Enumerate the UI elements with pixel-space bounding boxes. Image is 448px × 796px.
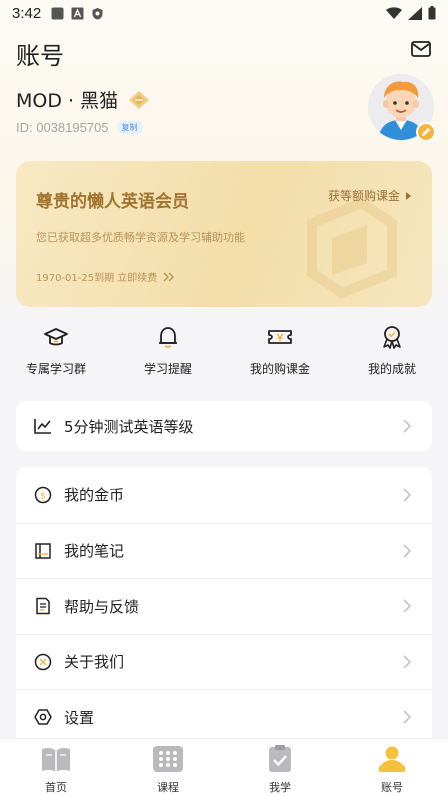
coin-icon: $ bbox=[34, 486, 52, 504]
graduation-cap-icon bbox=[44, 328, 68, 346]
tab-label: 账号 bbox=[381, 781, 403, 794]
menu-item-label: 关于我们 bbox=[64, 653, 125, 672]
menu-item-coins[interactable]: $ 我的金币 bbox=[16, 467, 432, 523]
user-id: ID: 0038195705 bbox=[16, 120, 109, 135]
tab-home[interactable]: 首页 bbox=[0, 739, 112, 796]
chevron-right-icon bbox=[403, 710, 412, 724]
quick-label: 我的购课金 bbox=[249, 362, 310, 376]
mail-icon[interactable] bbox=[410, 38, 432, 60]
battery-icon bbox=[428, 6, 436, 20]
card-watermark-logo bbox=[307, 197, 397, 299]
quick-label: 我的成就 bbox=[367, 362, 416, 376]
menu-item-label: 我的笔记 bbox=[64, 542, 125, 561]
bell-icon bbox=[159, 327, 177, 348]
level-test-row[interactable]: 5分钟测试英语等级 bbox=[16, 401, 432, 451]
menu-item-label: 帮助与反馈 bbox=[64, 597, 140, 616]
settings-menu-card: $ 我的金币 我的笔记 帮助与反馈 关于我们 设置 bbox=[16, 467, 432, 747]
notebook-icon bbox=[34, 542, 52, 560]
medal-icon bbox=[383, 326, 401, 349]
avatar[interactable] bbox=[368, 74, 436, 142]
chevron-right-icon bbox=[403, 488, 412, 502]
tab-account[interactable]: 账号 bbox=[336, 739, 448, 796]
chevron-right-icon bbox=[403, 419, 412, 433]
quick-label: 学习提醒 bbox=[143, 362, 192, 376]
status-time: 3:42 bbox=[12, 4, 42, 22]
about-icon bbox=[34, 653, 52, 671]
bottom-tab-bar: 首页 课程 我学 账号 bbox=[0, 738, 448, 796]
menu-item-about[interactable]: 关于我们 bbox=[16, 633, 432, 690]
vip-diamond-icon[interactable] bbox=[128, 90, 150, 110]
vip-renew-link[interactable]: 1970-01-25到期 立即续费 bbox=[36, 269, 175, 284]
chevron-right-icon bbox=[403, 655, 412, 669]
ticket-icon bbox=[268, 330, 292, 344]
vip-card-description: 您已获取超多优质畅学资源及学习辅助功能 bbox=[36, 231, 245, 244]
double-chevron-right-icon bbox=[163, 272, 175, 281]
trend-chart-icon bbox=[34, 417, 52, 435]
triangle-right-icon bbox=[406, 191, 411, 200]
quick-label: 专属学习群 bbox=[25, 362, 86, 376]
tab-label: 课程 bbox=[157, 781, 179, 794]
status-bar: 3:42 bbox=[0, 0, 448, 26]
shield-status-icon bbox=[91, 7, 104, 20]
person-icon bbox=[379, 746, 405, 772]
copy-id-button[interactable]: 复制 bbox=[116, 121, 143, 134]
uid-row: ID: 0038195705 复制 bbox=[16, 120, 143, 135]
tab-my-study[interactable]: 我学 bbox=[224, 739, 336, 796]
signal-icon bbox=[408, 6, 422, 20]
chevron-right-icon bbox=[403, 544, 412, 558]
tab-courses[interactable]: 课程 bbox=[112, 739, 224, 796]
tab-label: 首页 bbox=[45, 781, 67, 794]
quick-achievements[interactable]: 我的成就 bbox=[336, 324, 448, 384]
notification-a-icon bbox=[71, 7, 84, 20]
menu-item-help[interactable]: 帮助与反馈 bbox=[16, 578, 432, 634]
level-test-label: 5分钟测试英语等级 bbox=[64, 417, 194, 436]
vip-card-link-label: 获等额购课金 bbox=[327, 189, 400, 203]
menu-item-label: 设置 bbox=[64, 708, 95, 727]
help-doc-icon bbox=[34, 597, 52, 615]
svg-text:$: $ bbox=[40, 491, 46, 501]
username: MOD · 黑猫 bbox=[16, 90, 119, 112]
menu-item-label: 我的金币 bbox=[64, 486, 125, 505]
wifi-icon bbox=[386, 6, 402, 19]
menu-item-notes[interactable]: 我的笔记 bbox=[16, 522, 432, 579]
username-row: MOD · 黑猫 bbox=[16, 86, 150, 113]
grid-icon bbox=[153, 746, 183, 772]
clipboard-check-icon bbox=[269, 745, 291, 772]
settings-hex-icon bbox=[34, 708, 52, 726]
quick-study-reminder[interactable]: 学习提醒 bbox=[112, 324, 224, 384]
notification-square-icon bbox=[51, 7, 64, 20]
quick-course-credit[interactable]: 我的购课金 bbox=[224, 324, 336, 384]
vip-membership-card[interactable]: 尊贵的懒人英语会员 获等额购课金 您已获取超多优质畅学资源及学习辅助功能 197… bbox=[16, 161, 432, 307]
quick-study-group[interactable]: 专属学习群 bbox=[0, 324, 112, 384]
vip-card-link[interactable]: 获等额购课金 bbox=[328, 187, 412, 204]
vip-card-title: 尊贵的懒人英语会员 bbox=[36, 192, 189, 212]
tab-label: 我学 bbox=[269, 781, 291, 794]
chevron-right-icon bbox=[403, 599, 412, 613]
book-icon bbox=[42, 747, 70, 772]
menu-item-settings[interactable]: 设置 bbox=[16, 689, 432, 745]
quick-actions: 专属学习群 学习提醒 我的购课金 我的成就 bbox=[0, 324, 448, 384]
vip-expire-text: 1970-01-25到期 立即续费 bbox=[36, 273, 158, 284]
level-test-card: 5分钟测试英语等级 bbox=[16, 401, 432, 451]
page-title: 账号 bbox=[16, 42, 64, 70]
edit-pencil-icon[interactable] bbox=[416, 122, 436, 142]
